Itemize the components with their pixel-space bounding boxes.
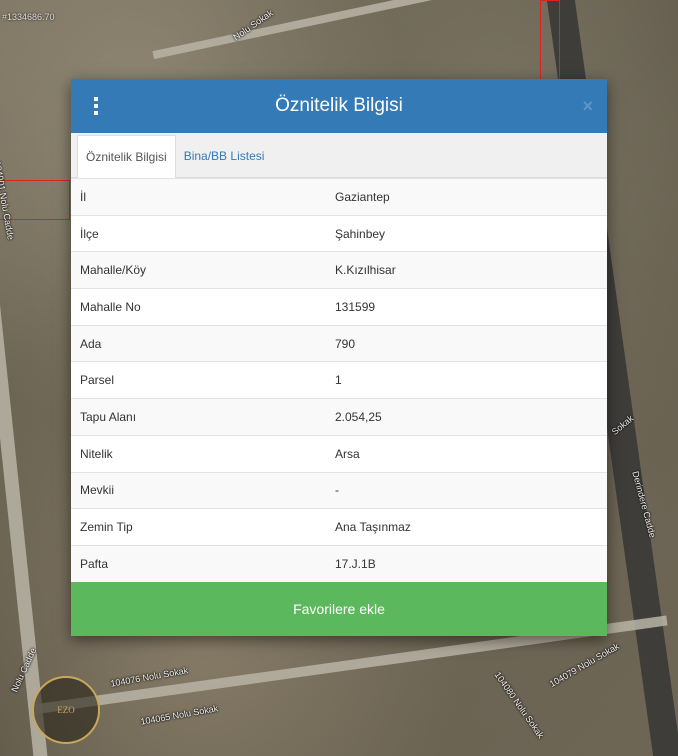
row-value: 1	[326, 361, 607, 399]
table-row: Nitelik Arsa	[71, 434, 607, 472]
row-key: Ada	[71, 324, 326, 362]
row-key: Nitelik	[71, 434, 326, 472]
table-row: Mevkii -	[71, 471, 607, 509]
row-key: Mahalle/Köy	[71, 251, 326, 289]
row-value: 2.054,25	[326, 398, 607, 436]
row-value: Ana Taşınmaz	[326, 508, 607, 546]
table-row: İlçe Şahinbey	[71, 214, 607, 252]
table-row: Tapu Alanı 2.054,25	[71, 398, 607, 436]
dialog-header: Öznitelik Bilgisi ×	[71, 79, 607, 133]
row-value: K.Kızılhisar	[326, 251, 607, 289]
row-key: Pafta	[71, 544, 326, 583]
dialog-title: Öznitelik Bilgisi	[275, 95, 403, 116]
attribute-info-dialog: Öznitelik Bilgisi × Öznitelik Bilgisi Bi…	[71, 79, 607, 637]
watermark-logo: EZO	[32, 676, 100, 744]
table-row: Zemin Tip Ana Taşınmaz	[71, 508, 607, 546]
row-key: Tapu Alanı	[71, 398, 326, 436]
row-value: 790	[326, 324, 607, 362]
row-value: Gaziantep	[326, 178, 607, 216]
row-value: -	[326, 471, 607, 509]
map-coordinate: #1334686.70	[2, 12, 55, 22]
row-value: 131599	[326, 288, 607, 326]
row-key: İl	[71, 178, 326, 216]
table-row: Parsel 1	[71, 361, 607, 399]
row-key: Mevkii	[71, 471, 326, 509]
table-row: Ada 790	[71, 324, 607, 362]
table-row: İl Gaziantep	[71, 178, 607, 216]
row-key: Parsel	[71, 361, 326, 399]
table-row: Pafta 17.J.1B	[71, 544, 607, 583]
menu-kebab-icon[interactable]	[91, 97, 101, 115]
row-value: 17.J.1B	[326, 544, 607, 583]
add-to-favorites-button[interactable]: Favorilere ekle	[71, 582, 607, 637]
row-key: Mahalle No	[71, 288, 326, 326]
attribute-table: İl Gaziantep İlçe Şahinbey Mahalle/Köy K.Kı…	[71, 178, 607, 583]
table-row: Mahalle/Köy K.Kızılhisar	[71, 251, 607, 289]
map-parcel-boundary	[540, 0, 560, 80]
tab-attribute-info[interactable]: Öznitelik Bilgisi	[77, 135, 176, 178]
row-key: Zemin Tip	[71, 508, 326, 546]
tab-building-list[interactable]: Bina/BB Listesi	[176, 135, 273, 177]
row-value: Arsa	[326, 434, 607, 472]
table-row: Mahalle No 131599	[71, 288, 607, 326]
tab-bar: Öznitelik Bilgisi Bina/BB Listesi	[71, 133, 607, 178]
logo-text: EZO	[57, 705, 75, 715]
close-icon[interactable]: ×	[582, 96, 593, 117]
row-key: İlçe	[71, 214, 326, 252]
row-value: Şahinbey	[326, 214, 607, 252]
